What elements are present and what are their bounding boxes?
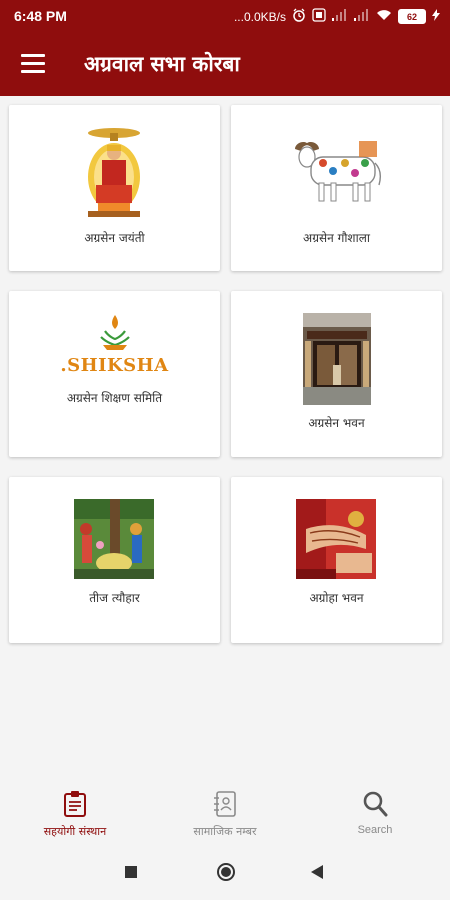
- menu-line: [21, 62, 45, 65]
- nav-label: Search: [357, 824, 393, 836]
- agrasen-portrait-image: [74, 127, 154, 219]
- menu-line: [21, 54, 45, 57]
- card-label: अग्रसेन शिक्षण समिति: [66, 391, 163, 405]
- home-button[interactable]: [216, 862, 236, 882]
- app-title: अग्रवाल सभा कोरबा: [84, 52, 240, 76]
- recents-button[interactable]: [125, 866, 137, 878]
- charging-icon: [432, 9, 440, 24]
- bottom-navigation: सहयोगी संस्थान सामाजिक नम्बर Search: [0, 778, 450, 846]
- card-label: तीज त्यौहार: [89, 591, 140, 605]
- card-teej-tyohar[interactable]: तीज त्यौहार: [9, 477, 220, 643]
- menu-line: [21, 70, 45, 73]
- nav-label: सहयोगी संस्थान: [43, 825, 107, 838]
- cow-illustration-image: [289, 131, 385, 213]
- card-agrasen-shikshan-samiti[interactable]: .SHIKSHA अग्रसेन शिक्षण समिति: [9, 291, 220, 457]
- status-icons: ...0.0KB/s 62: [234, 8, 440, 25]
- app-bar: अग्रवाल सभा कोरबा: [0, 34, 450, 96]
- card-label: अग्रसेन गौशाला: [303, 231, 370, 245]
- shiksha-logo-text: .SHIKSHA: [60, 355, 169, 376]
- contact-book-icon: [213, 791, 237, 822]
- volte-icon: [312, 8, 326, 25]
- nav-samajik-number[interactable]: सामाजिक नम्बर: [150, 790, 300, 839]
- hamburger-menu-button[interactable]: [21, 54, 45, 74]
- battery-icon: 62: [398, 9, 426, 24]
- card-label: अग्रोहा भवन: [309, 591, 364, 605]
- signal-icon-1: [332, 9, 348, 24]
- wifi-icon: [376, 9, 392, 24]
- card-label: अग्रसेन जयंती: [84, 231, 145, 245]
- clipboard-icon: [63, 791, 87, 822]
- signal-icon-2: [354, 9, 370, 24]
- nav-sahyogi-sansthan[interactable]: सहयोगी संस्थान: [0, 790, 150, 839]
- card-agroha-bhawan[interactable]: अग्रोहा भवन: [231, 477, 442, 643]
- card-agrasen-jayanti[interactable]: अग्रसेन जयंती: [9, 105, 220, 271]
- card-agrasen-bhawan[interactable]: अग्रसेन भवन: [231, 291, 442, 457]
- nav-search[interactable]: Search: [300, 790, 450, 836]
- card-agrasen-goshala[interactable]: अग्रसेन गौशाला: [231, 105, 442, 271]
- network-speed: ...0.0KB/s: [233, 9, 286, 24]
- festival-image: [74, 499, 154, 579]
- wedding-hands-image: [296, 499, 376, 579]
- alarm-icon: [292, 8, 306, 25]
- card-label: अग्रसेन भवन: [308, 416, 365, 430]
- back-button[interactable]: [310, 864, 324, 880]
- building-doorway-image: [303, 313, 371, 405]
- nav-label: सामाजिक नम्बर: [193, 825, 257, 838]
- search-icon: [362, 791, 388, 822]
- status-time: 6:48 PM: [14, 8, 67, 24]
- status-bar: 6:48 PM ...0.0KB/s 62: [0, 0, 450, 34]
- system-navigation-bar: [0, 846, 450, 900]
